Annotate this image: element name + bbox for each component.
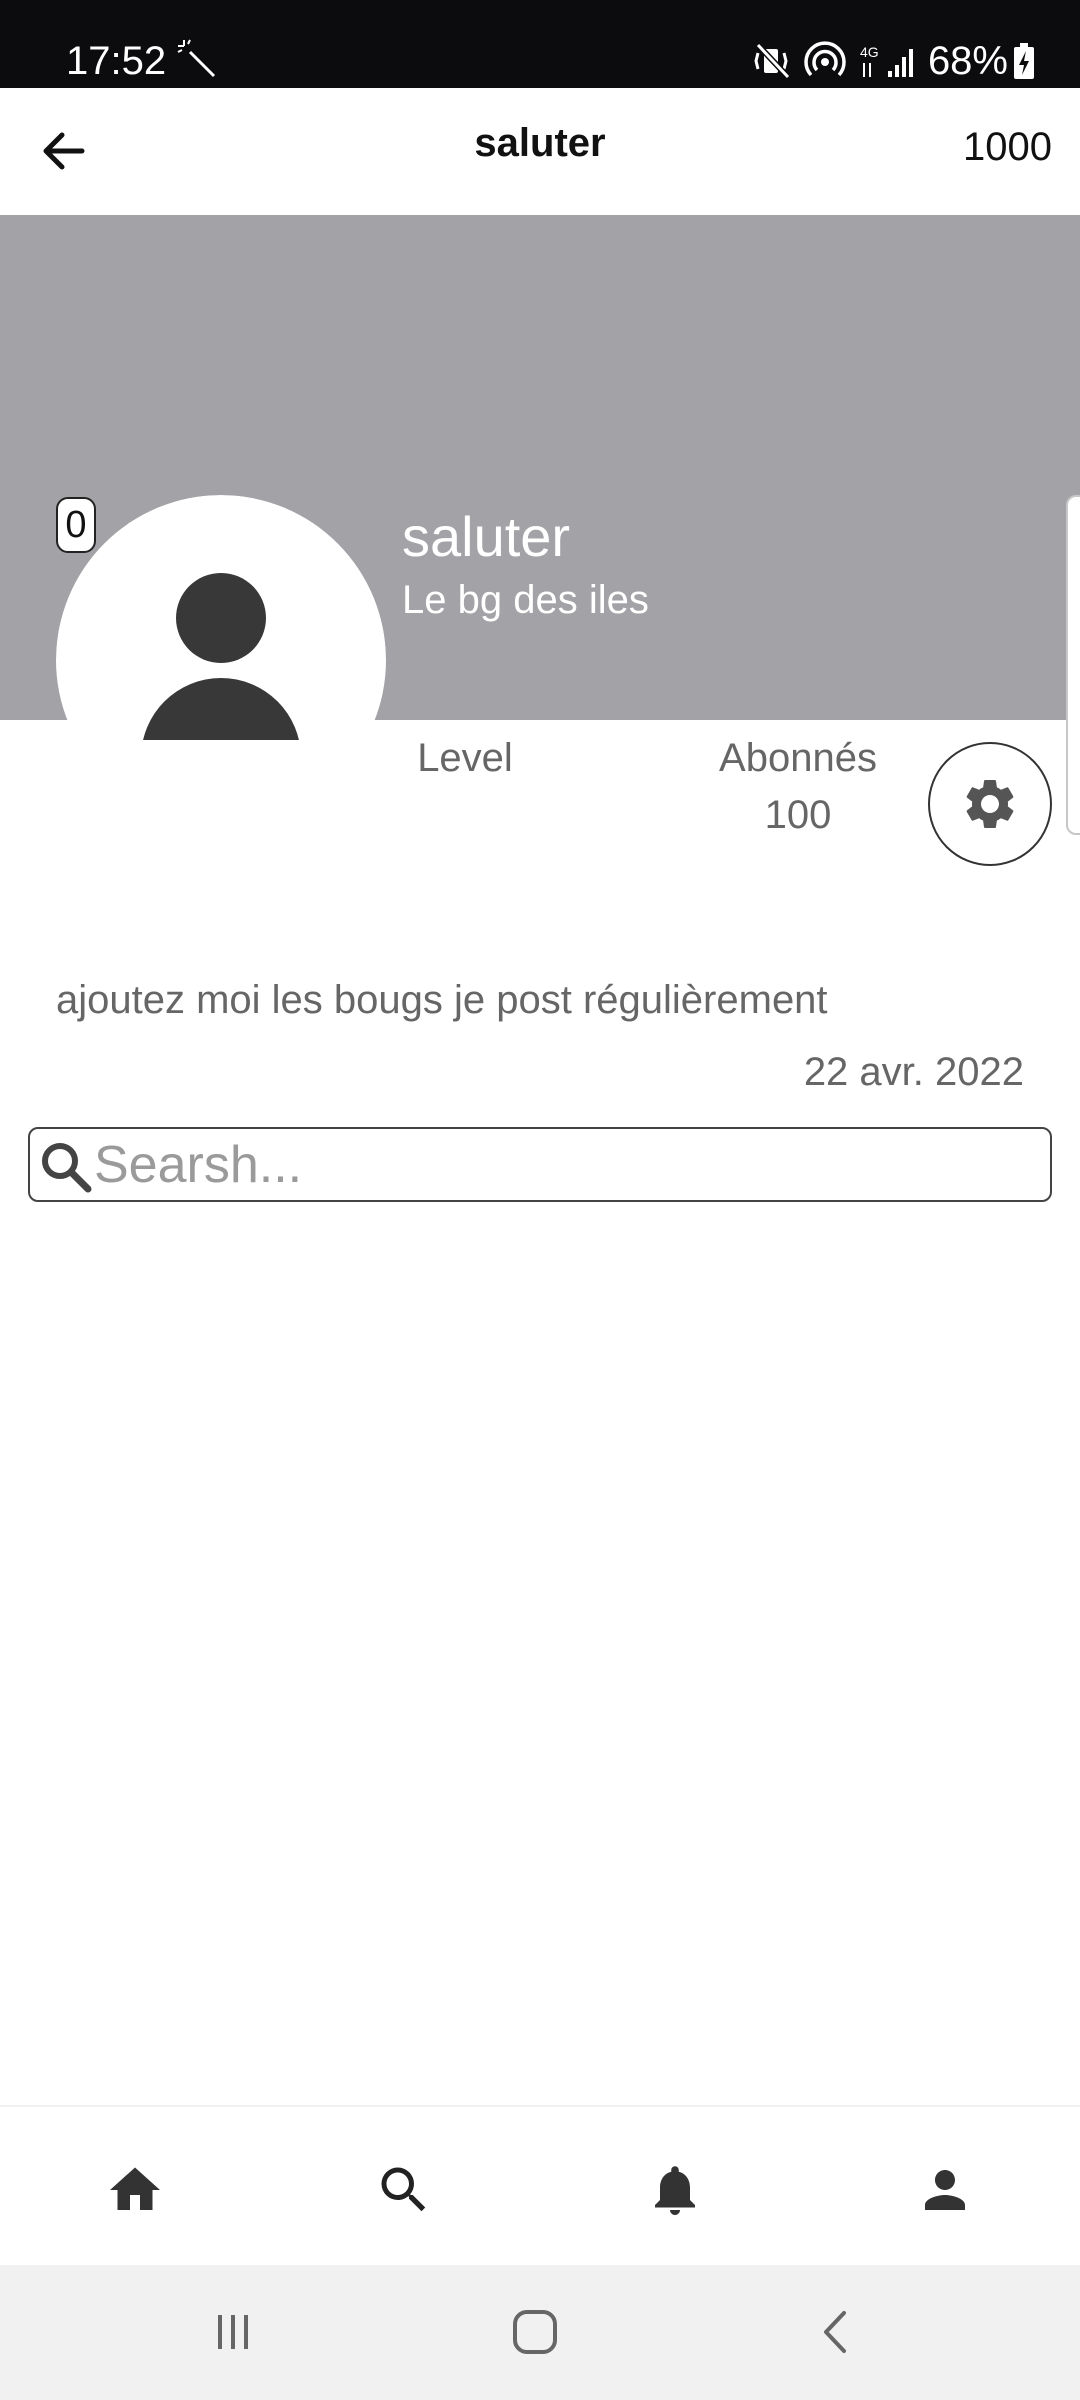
bell-icon bbox=[655, 2166, 695, 2215]
search-icon bbox=[381, 2167, 426, 2212]
profile-subtitle: Le bg des iles bbox=[402, 578, 649, 622]
back-chevron-icon bbox=[824, 2311, 846, 2353]
search-bar[interactable] bbox=[28, 1127, 1052, 1202]
settings-button[interactable] bbox=[928, 742, 1052, 866]
recents-button[interactable] bbox=[198, 2297, 268, 2367]
status-bar: 17:52 4G 68% bbox=[0, 0, 1080, 88]
side-panel-handle[interactable] bbox=[1066, 495, 1080, 835]
system-navigation-bar bbox=[0, 2265, 1080, 2400]
avatar-placeholder-head bbox=[176, 573, 266, 663]
home-square-icon bbox=[513, 2310, 557, 2354]
home-button[interactable] bbox=[500, 2297, 570, 2367]
recents-icon bbox=[218, 2315, 248, 2349]
stat-level-label[interactable]: Level bbox=[390, 733, 540, 783]
stat-abonnes-value[interactable]: 100 bbox=[700, 790, 896, 840]
header-count: 1000 bbox=[963, 125, 1052, 169]
avatar-badge: 0 bbox=[56, 497, 96, 553]
battery-charging-icon bbox=[1014, 43, 1034, 79]
signal-icon: 4G bbox=[860, 44, 913, 77]
search-icon bbox=[42, 1143, 92, 1193]
search-input[interactable] bbox=[94, 1135, 1034, 1195]
nav-search[interactable] bbox=[369, 2155, 439, 2225]
profile-bio: ajoutez moi les bougs je post régulièrem… bbox=[56, 978, 828, 1022]
gear-icon bbox=[966, 780, 1014, 828]
magic-wand-icon bbox=[177, 39, 216, 78]
status-icons: 4G 68% bbox=[752, 36, 1036, 86]
nav-notifications[interactable] bbox=[640, 2155, 710, 2225]
person-icon bbox=[925, 2170, 965, 2210]
app-bar: saluter 1000 bbox=[0, 88, 1080, 215]
nav-profile[interactable] bbox=[910, 2155, 980, 2225]
system-back-button[interactable] bbox=[802, 2297, 872, 2367]
battery-percent: 68% bbox=[927, 39, 1008, 83]
vibrate-mute-icon bbox=[754, 42, 791, 80]
bottom-navigation bbox=[0, 2105, 1080, 2265]
profile-name: saluter bbox=[402, 505, 571, 568]
home-icon bbox=[110, 2167, 160, 2210]
svg-text:4G: 4G bbox=[860, 44, 879, 60]
page-title: saluter bbox=[474, 121, 606, 165]
profile-date: 22 avr. 2022 bbox=[803, 1050, 1024, 1094]
stat-abonnes-label[interactable]: Abonnés bbox=[700, 733, 896, 783]
nav-home[interactable] bbox=[100, 2155, 170, 2225]
status-time: 17:52 bbox=[66, 39, 167, 83]
hotspot-icon bbox=[804, 41, 846, 77]
